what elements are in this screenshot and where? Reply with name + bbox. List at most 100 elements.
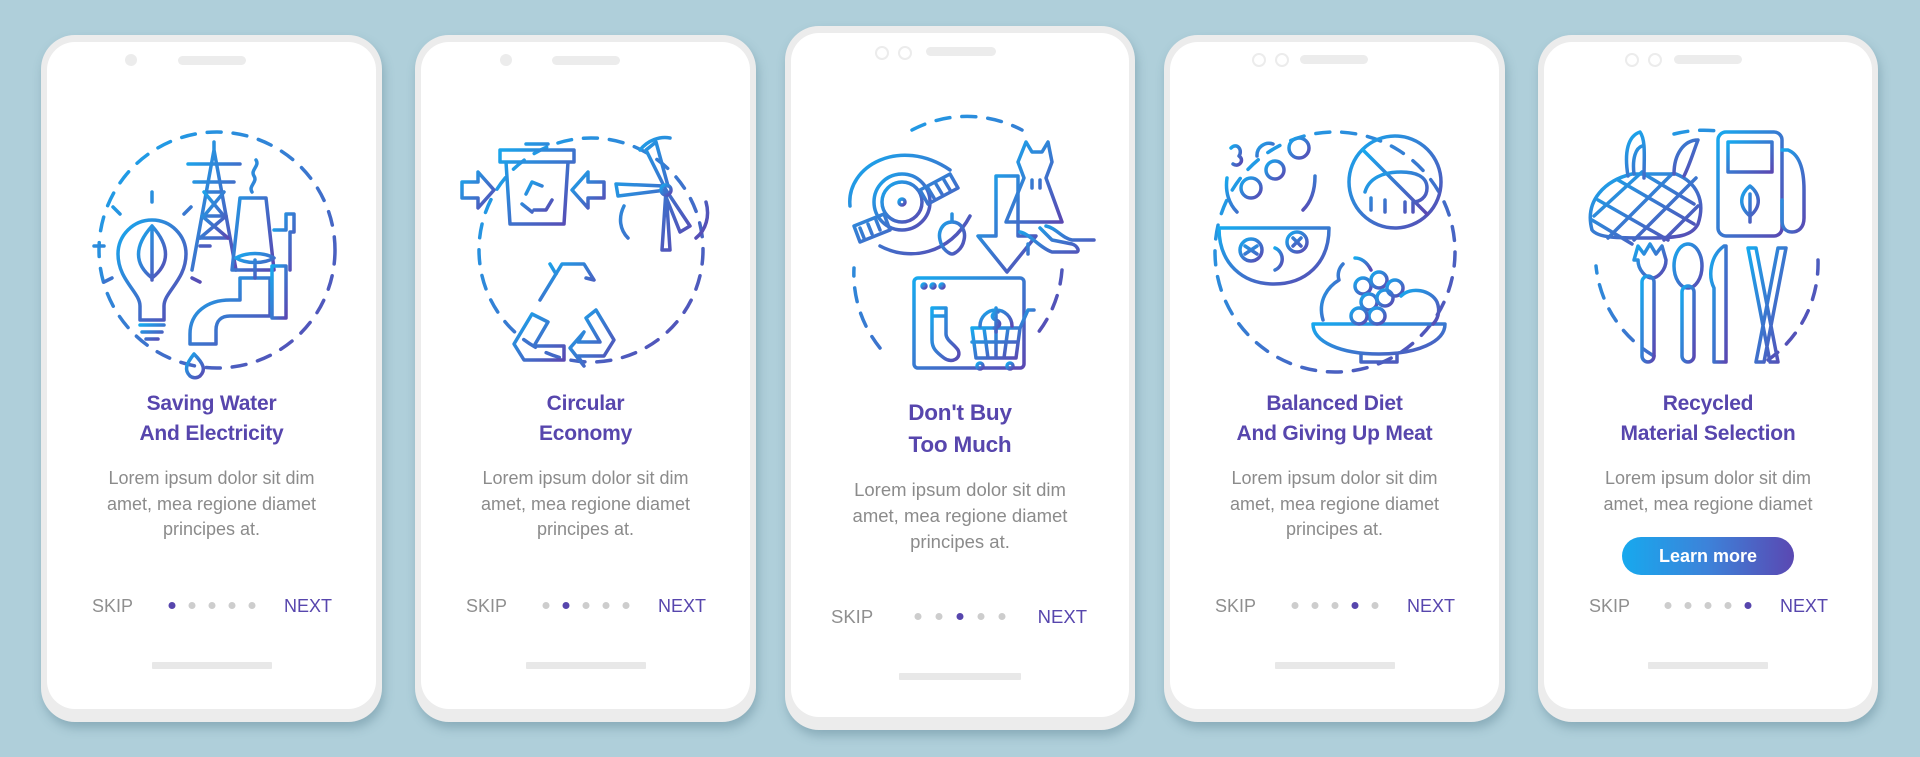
next-button[interactable]: NEXT [1407, 595, 1455, 617]
page-dot[interactable] [1331, 602, 1338, 609]
page-dot[interactable] [582, 602, 589, 609]
home-indicator[interactable] [1648, 662, 1768, 669]
title-line: And Giving Up Meat [1236, 422, 1433, 445]
home-indicator[interactable] [1274, 662, 1395, 669]
onboarding-nav: SKIP NEXT [47, 595, 376, 617]
speaker-grille [178, 56, 246, 65]
screen-title: Saving Water And Electricity [47, 389, 376, 449]
page-dot[interactable] [1684, 602, 1692, 609]
page-indicator [914, 613, 1006, 620]
spoon-icon [1672, 242, 1704, 364]
front-sensor [1648, 53, 1662, 67]
home-indicator[interactable] [151, 662, 272, 669]
page-dot[interactable] [228, 602, 235, 609]
page-dot[interactable] [1664, 602, 1672, 609]
onboarding-screen-1: Saving Water And Electricity Lorem ipsum… [41, 35, 382, 722]
title-line: Recycled [1662, 392, 1754, 415]
recycle-bin-icon [497, 142, 576, 226]
page-dot-active[interactable] [1351, 602, 1358, 609]
next-button[interactable]: NEXT [284, 595, 332, 617]
page-dot[interactable] [914, 613, 922, 620]
title-line: Material Selection [1620, 422, 1796, 445]
page-dot[interactable] [248, 602, 255, 609]
page-dot[interactable] [1291, 602, 1298, 609]
dashed-circle-decoration [1594, 128, 1820, 362]
screen-1-display: Saving Water And Electricity Lorem ipsum… [47, 42, 376, 709]
fruit-bowl-icon [1310, 256, 1447, 364]
fork-icon [1632, 242, 1668, 364]
page-dot[interactable] [602, 602, 609, 609]
title-line: Balanced Diet [1266, 392, 1403, 415]
description-line: Lorem ipsum dolor sit dim [854, 479, 1066, 500]
skip-button[interactable]: SKIP [831, 606, 873, 628]
page-dot[interactable] [1724, 602, 1732, 609]
next-button[interactable]: NEXT [1780, 595, 1828, 617]
title-line: Circular [546, 392, 625, 415]
page-indicator [1664, 602, 1752, 609]
page-dot-active[interactable] [1744, 602, 1752, 609]
title-line: Saving Water [146, 392, 277, 415]
description-line: amet, mea regione diamet [480, 493, 691, 514]
screen-title: Balanced Diet And Giving Up Meat [1170, 389, 1499, 449]
page-dot-active[interactable] [168, 602, 175, 609]
screen-title: Don't Buy Too Much [791, 397, 1129, 461]
page-dot[interactable] [622, 602, 629, 609]
description-line: principes at. [1285, 519, 1384, 539]
speaker-grille [926, 47, 996, 56]
description-line: amet, mea regione diamet [106, 493, 317, 514]
title-line: Too Much [908, 432, 1012, 457]
screen-5-display: Recycled Material Selection Lorem ipsum … [1544, 42, 1872, 709]
skip-button[interactable]: SKIP [1215, 595, 1256, 617]
page-indicator [1291, 602, 1378, 609]
pendant-icon [937, 212, 967, 256]
skip-button[interactable]: SKIP [1589, 595, 1630, 617]
title-line: And Electricity [139, 422, 284, 445]
onboarding-nav: SKIP NEXT [791, 606, 1129, 628]
page-dot[interactable] [1371, 602, 1378, 609]
screen-2-display: Circular Economy Lorem ipsum dolor sit d… [421, 42, 750, 709]
screen-title: Circular Economy [421, 389, 750, 449]
onboarding-screen-5: Recycled Material Selection Lorem ipsum … [1538, 35, 1878, 722]
description-line: Lorem ipsum dolor sit dim [1231, 468, 1438, 488]
screen-title: Recycled Material Selection [1544, 389, 1872, 449]
speaker-grille [1674, 55, 1742, 64]
description-line: amet, mea regione diamet [1229, 493, 1440, 514]
arrows-in-icon [459, 170, 606, 210]
page-dot-active[interactable] [956, 613, 964, 620]
front-camera [500, 54, 512, 66]
illustration-dont-buy-too-much [820, 110, 1100, 371]
page-dot[interactable] [977, 613, 985, 620]
chopsticks-icon [1746, 246, 1788, 364]
next-button[interactable]: NEXT [1038, 606, 1087, 628]
learn-more-button[interactable]: Learn more [1622, 537, 1794, 575]
page-dot[interactable] [935, 613, 943, 620]
description-line: principes at. [162, 519, 261, 539]
wristwatch-icon [848, 153, 972, 256]
front-camera [1625, 53, 1639, 67]
knife-icon [1709, 244, 1728, 364]
front-camera [1252, 53, 1266, 67]
illustration-recycled-material [1578, 120, 1838, 380]
page-dot[interactable] [208, 602, 215, 609]
speaker-grille [552, 56, 620, 65]
page-dot[interactable] [998, 613, 1006, 620]
mesh-bag-icon [1588, 130, 1703, 246]
page-dot[interactable] [1311, 602, 1318, 609]
screen-description: Lorem ipsum dolor sit dim amet, mea regi… [791, 477, 1129, 555]
description-line: principes at. [536, 519, 635, 539]
home-indicator[interactable] [899, 673, 1021, 680]
page-dot-active[interactable] [562, 602, 569, 609]
skip-button[interactable]: SKIP [92, 595, 133, 617]
front-sensor [1275, 53, 1289, 67]
home-indicator[interactable] [525, 662, 646, 669]
screen-description: Lorem ipsum dolor sit dim amet, mea regi… [47, 466, 376, 543]
page-dot[interactable] [188, 602, 195, 609]
onboarding-nav: SKIP NEXT [1170, 595, 1499, 617]
page-dot[interactable] [1704, 602, 1712, 609]
front-camera [125, 54, 137, 66]
page-dot[interactable] [542, 602, 549, 609]
next-button[interactable]: NEXT [658, 595, 706, 617]
skip-button[interactable]: SKIP [466, 595, 507, 617]
illustration-balanced-diet [1205, 120, 1465, 380]
illustration-circular-economy [456, 120, 718, 380]
